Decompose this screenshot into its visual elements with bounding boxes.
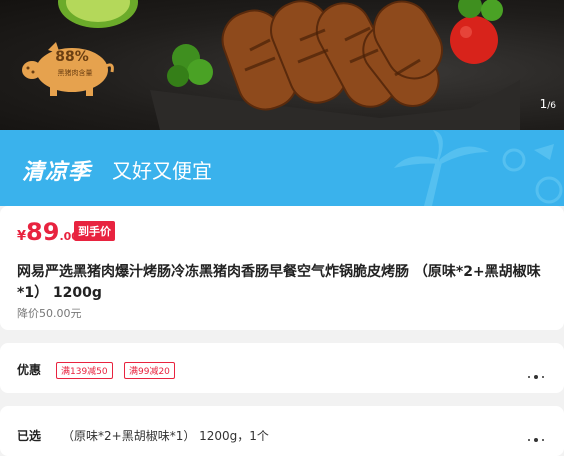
promo-banner[interactable]: 清凉季 又好又便宜 <box>0 130 564 206</box>
coupon-chip[interactable]: 满99减20 <box>124 362 175 379</box>
price-drop-note: 降价50.00元 <box>17 307 82 320</box>
product-title: 网易严选黑猪肉爆汁烤肠冷冻黑猪肉香肠早餐空气炸锅脆皮烤肠 （原味*2+黑胡椒味*… <box>17 264 541 301</box>
selection-label: 已选 <box>17 429 42 443</box>
price-integer: 89 <box>26 218 60 246</box>
coupon-label: 优惠 <box>17 363 42 377</box>
more-icon[interactable] <box>528 366 548 379</box>
banner-title: 清凉季 <box>22 160 92 185</box>
selection-row[interactable]: 已选 （原味*2+黑胡椒味*1） 1200g，1个 <box>0 406 564 456</box>
more-icon[interactable] <box>528 429 548 442</box>
coupon-row[interactable]: 优惠 满139减50 满99减20 <box>0 343 564 393</box>
banner-slogan: 又好又便宜 <box>112 159 212 183</box>
selection-value: （原味*2+黑胡椒味*1） 1200g，1个 <box>62 429 269 443</box>
badge-caption: 黑猪肉含量 <box>57 69 93 77</box>
carousel-page-indicator: 1/6 <box>539 97 556 111</box>
palm-tree-icon <box>394 130 563 206</box>
final-price-tag: 到手价 <box>74 221 115 241</box>
badge-percent: 88% <box>55 49 89 65</box>
page-total: 6 <box>550 101 556 111</box>
coupon-chip[interactable]: 满139减50 <box>56 362 113 379</box>
price: ¥89.00 <box>17 218 79 246</box>
price-currency: ¥ <box>17 229 27 244</box>
product-image-carousel[interactable]: 88% 黑猪肉含量 1/6 <box>0 0 564 130</box>
price-card: ¥89.00 到手价 网易严选黑猪肉爆汁烤肠冷冻黑猪肉香肠早餐空气炸锅脆皮烤肠 … <box>0 206 564 330</box>
